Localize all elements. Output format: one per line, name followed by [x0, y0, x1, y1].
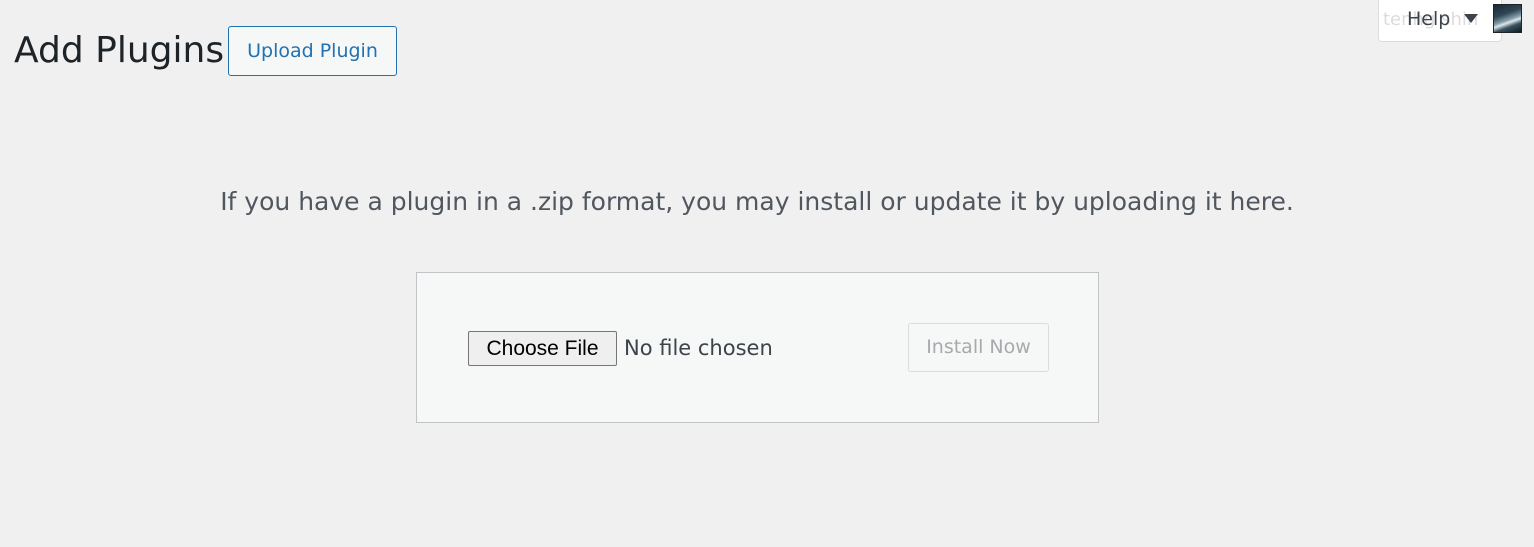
upload-plugin-button[interactable]: Upload Plugin [228, 26, 397, 76]
help-label: Help [1407, 8, 1451, 30]
upload-instructions: If you have a plugin in a .zip format, y… [220, 187, 1294, 216]
install-now-button[interactable]: Install Now [908, 323, 1049, 372]
add-plugins-page: Add Plugins Upload Plugin tenhg shin Hel… [0, 0, 1534, 547]
page-title: Add Plugins [14, 30, 225, 71]
upload-plugin-form: Choose File No file chosen Install Now [416, 272, 1099, 423]
choose-file-button[interactable]: Choose File [468, 331, 617, 366]
help-tab-button[interactable]: tenhg shin Help [1378, 0, 1502, 42]
file-status-text: No file chosen [624, 336, 773, 360]
user-avatar[interactable] [1493, 4, 1522, 33]
caret-down-icon [1464, 14, 1478, 23]
